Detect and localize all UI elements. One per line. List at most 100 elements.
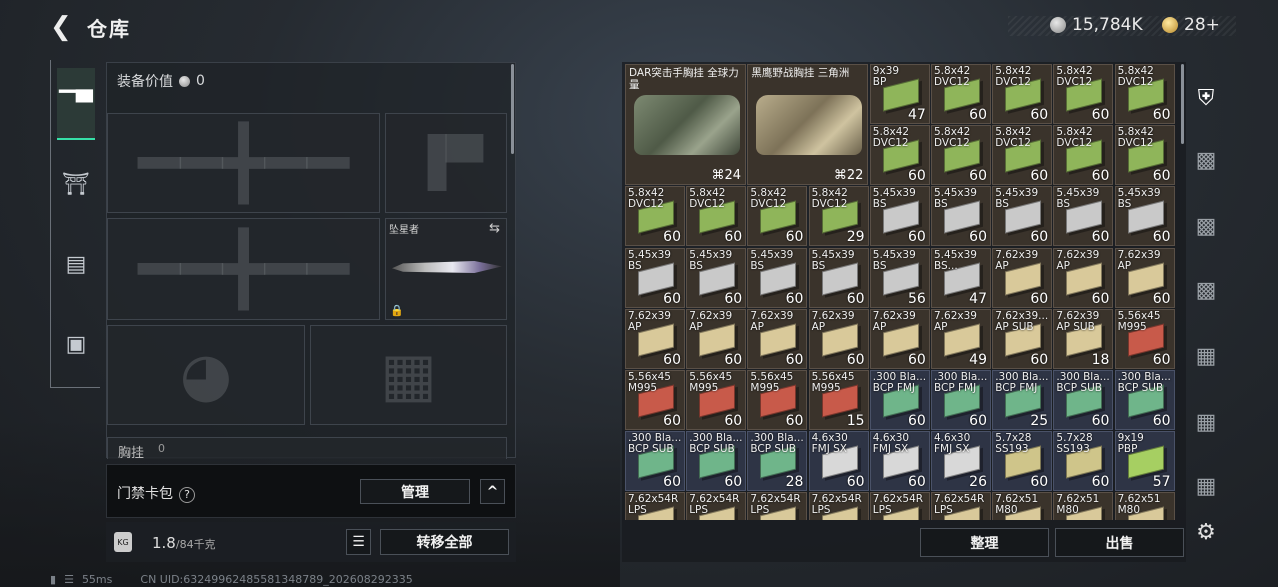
stash-item-ammo[interactable]: 4.6x30 FMJ SX 60 — [808, 431, 869, 492]
stash-item-ammo[interactable]: 7.62x51 M80 — [992, 492, 1053, 520]
secondary-weapon-slot[interactable]: ━━╋━━ — [107, 218, 380, 320]
stash-item-ammo[interactable]: 5.7x28 SS193 60 — [1053, 431, 1114, 492]
item-name: 5.45x39 BS — [872, 187, 916, 211]
stash-item-ammo[interactable]: 7.62x54R LPS — [747, 492, 808, 520]
stash-item-ammo[interactable]: .300 Bla... BCP SUB 60 — [1053, 370, 1114, 430]
stash-item-ammo[interactable]: 5.56x45 M995 60 — [686, 370, 747, 430]
stash-item-ammo[interactable]: 5.7x28 SS193 60 — [992, 431, 1053, 492]
stash-item-ammo[interactable]: 5.8x42 DVC12 60 — [1114, 125, 1175, 186]
stash-item-ammo[interactable]: 7.62x39 AP 60 — [625, 308, 685, 369]
stash-item-ammo[interactable]: 5.45x39 BS 60 — [686, 247, 747, 308]
melee-slot[interactable]: 坠星者 ⇆ 🔒 — [385, 218, 507, 320]
stash-item-ammo[interactable]: 5.45x39 BS 60 — [1114, 186, 1175, 247]
stash-item-ammo[interactable]: 5.8x42 DVC12 60 — [686, 186, 747, 247]
stash-item-ammo[interactable]: 7.62x54R LPS — [869, 492, 930, 520]
side-backpack-icon[interactable]: ⛨ — [1186, 78, 1226, 118]
stash-item-ammo[interactable]: 5.8x42 DVC12 60 — [869, 125, 930, 186]
stash-item-ammo[interactable]: 5.8x42 DVC12 60 — [931, 125, 991, 186]
stash-item-ammo[interactable]: 5.56x45 M995 60 — [747, 370, 808, 430]
stash-item-ammo[interactable]: 5.45x39 BS... 47 — [931, 247, 991, 308]
list-view-icon[interactable]: ☰ — [346, 529, 371, 555]
stash-item-ammo[interactable]: 5.8x42 DVC12 60 — [992, 125, 1053, 186]
chevron-up-icon[interactable]: ^ — [480, 479, 505, 504]
stash-item-ammo[interactable]: 9x19 PBP 57 — [1114, 431, 1175, 492]
side-storage-icon[interactable]: ▦ — [1186, 402, 1226, 442]
stash-item-ammo[interactable]: 5.45x39 BS 56 — [869, 247, 930, 308]
stash-item-ammo[interactable]: 7.62x39 AP 60 — [869, 308, 930, 369]
tab-weapon[interactable]: ▔▀ — [57, 68, 95, 140]
primary-weapon-slot[interactable]: ━━╋━━ — [107, 113, 380, 213]
sort-button[interactable]: 整理 — [920, 528, 1049, 557]
stash-item-ammo[interactable]: 5.8x42 DVC12 60 — [1053, 125, 1114, 186]
stash-item-ammo[interactable]: 5.8x42 DVC12 60 — [747, 186, 808, 247]
tab-briefcase[interactable]: ▣ — [57, 324, 95, 364]
stash-item-ammo[interactable]: 7.62x54R LPS — [686, 492, 747, 520]
stash-item-ammo[interactable]: 7.62x54R LPS — [625, 492, 685, 520]
helmet-slot[interactable]: ◕ — [107, 325, 305, 425]
stash-item-ammo[interactable]: 7.62x39... AP SUB 60 — [992, 308, 1053, 369]
settings-icon[interactable]: ⚙ — [1186, 512, 1226, 552]
stash-item-ammo[interactable]: 5.45x39 BS 60 — [1053, 186, 1114, 247]
stash-item-ammo[interactable]: 5.45x39 BS 60 — [992, 186, 1053, 247]
stash-item-ammo[interactable]: 5.45x39 BS 60 — [747, 247, 808, 308]
stash-item-ammo[interactable]: 7.62x51 M80 — [1053, 492, 1114, 520]
stash-item-ammo[interactable]: 7.62x54R LPS — [808, 492, 869, 520]
stash-item-ammo[interactable]: 7.62x39 AP 60 — [1114, 247, 1175, 308]
stash-item-ammo[interactable]: 9x39 BP 47 — [869, 64, 930, 124]
stash-item-ammo[interactable]: .300 Bla... BCP SUB 28 — [747, 431, 808, 492]
tab-armor[interactable]: ⛩ — [57, 164, 95, 204]
sell-button[interactable]: 出售 — [1055, 528, 1184, 557]
stash-item-ammo[interactable]: 4.6x30 FMJ SX 26 — [931, 431, 991, 492]
stash-item-ammo[interactable]: 7.62x39 AP 60 — [1053, 247, 1114, 308]
stash-item-ammo[interactable]: .300 Bla... BCP SUB 60 — [625, 431, 685, 492]
help-icon[interactable]: ? — [179, 487, 195, 503]
side-weapon-case-icon[interactable]: ▩ — [1186, 140, 1226, 180]
tab-backpack[interactable]: ▤ — [57, 244, 95, 284]
stash-item-ammo[interactable]: 4.6x30 FMJ SX 60 — [869, 431, 930, 492]
stash-item-ammo[interactable]: 7.62x39 AP 60 — [747, 308, 808, 369]
stash-item-ammo[interactable]: 5.45x39 BS 60 — [808, 247, 869, 308]
stash-item-ammo[interactable]: 7.62x39 AP 60 — [808, 308, 869, 369]
stash-item-ammo[interactable]: 7.62x39 AP 60 — [992, 247, 1053, 308]
stash-scrollbar[interactable] — [1181, 64, 1184, 144]
swap-icon[interactable]: ⇆ — [489, 221, 500, 236]
stash-item-ammo[interactable]: 7.62x51 M80 — [1114, 492, 1175, 520]
stash-item-ammo[interactable]: 5.45x39 BS 60 — [869, 186, 930, 247]
body-armor-slot[interactable]: ▦ — [310, 325, 507, 425]
pistol-slot[interactable]: ▐▀ — [385, 113, 507, 213]
loadout-scrollbar[interactable] — [511, 64, 514, 154]
stash-item-ammo[interactable]: 5.45x39 BS 60 — [625, 247, 685, 308]
stash-item-ammo[interactable]: 5.8x42 DVC12 29 — [808, 186, 869, 247]
stash-item-ammo[interactable]: .300 Bla... BCP FMJ 60 — [869, 370, 930, 430]
stash-item-ammo[interactable]: 5.8x42 DVC12 60 — [1114, 64, 1175, 124]
stash-item-ammo[interactable]: 5.45x39 BS 60 — [931, 186, 991, 247]
stash-item-ammo[interactable]: .300 Bla... BCP SUB 60 — [1114, 370, 1175, 430]
stash-item-ammo[interactable]: .300 Bla... BCP SUB 60 — [686, 431, 747, 492]
stash-item-ammo[interactable]: 5.8x42 DVC12 60 — [992, 64, 1053, 124]
stash-item-chest-rig[interactable]: 黑鹰野战胸挂 三角洲 ⌘22 — [747, 64, 869, 185]
stash-item-ammo[interactable]: 5.8x42 DVC12 60 — [931, 64, 991, 124]
stash-item-ammo[interactable]: 5.56x45 M995 15 — [808, 370, 869, 430]
gold-currency[interactable]: 28+ — [1162, 15, 1220, 35]
stash-item-ammo[interactable]: 5.8x42 DVC12 60 — [625, 186, 685, 247]
stash-item-ammo[interactable]: 5.8x42 DVC12 60 — [1053, 64, 1114, 124]
manage-button[interactable]: 管理 — [360, 479, 470, 504]
side-weapon-case-icon[interactable]: ▩ — [1186, 270, 1226, 310]
item-quantity: 60 — [1091, 229, 1110, 246]
side-storage-icon[interactable]: ▦ — [1186, 466, 1226, 506]
side-weapon-case-icon[interactable]: ▩ — [1186, 206, 1226, 246]
transfer-all-button[interactable]: 转移全部 — [380, 529, 509, 555]
stash-item-ammo[interactable]: 5.56x45 M995 60 — [625, 370, 685, 430]
back-arrow-icon[interactable]: ❮ — [50, 14, 76, 40]
chest-rig-slot[interactable]: 胸挂 0 — [107, 437, 507, 461]
stash-item-ammo[interactable]: 7.62x54R LPS — [931, 492, 991, 520]
stash-item-ammo[interactable]: .300 Bla... BCP FMJ 25 — [992, 370, 1053, 430]
silver-currency[interactable]: 15,784K — [1050, 15, 1143, 35]
stash-item-ammo[interactable]: 7.62x39 AP SUB 18 — [1053, 308, 1114, 369]
stash-item-ammo[interactable]: 5.56x45 M995 60 — [1114, 308, 1175, 369]
side-storage-icon[interactable]: ▦ — [1186, 336, 1226, 376]
stash-item-ammo[interactable]: 7.62x39 AP 49 — [931, 308, 991, 369]
stash-item-ammo[interactable]: 7.62x39 AP 60 — [686, 308, 747, 369]
stash-item-ammo[interactable]: .300 Bla... BCP FMJ 60 — [931, 370, 991, 430]
stash-item-chest-rig[interactable]: DAR突击手胸挂 全球力量 ⌘24 — [625, 64, 746, 185]
